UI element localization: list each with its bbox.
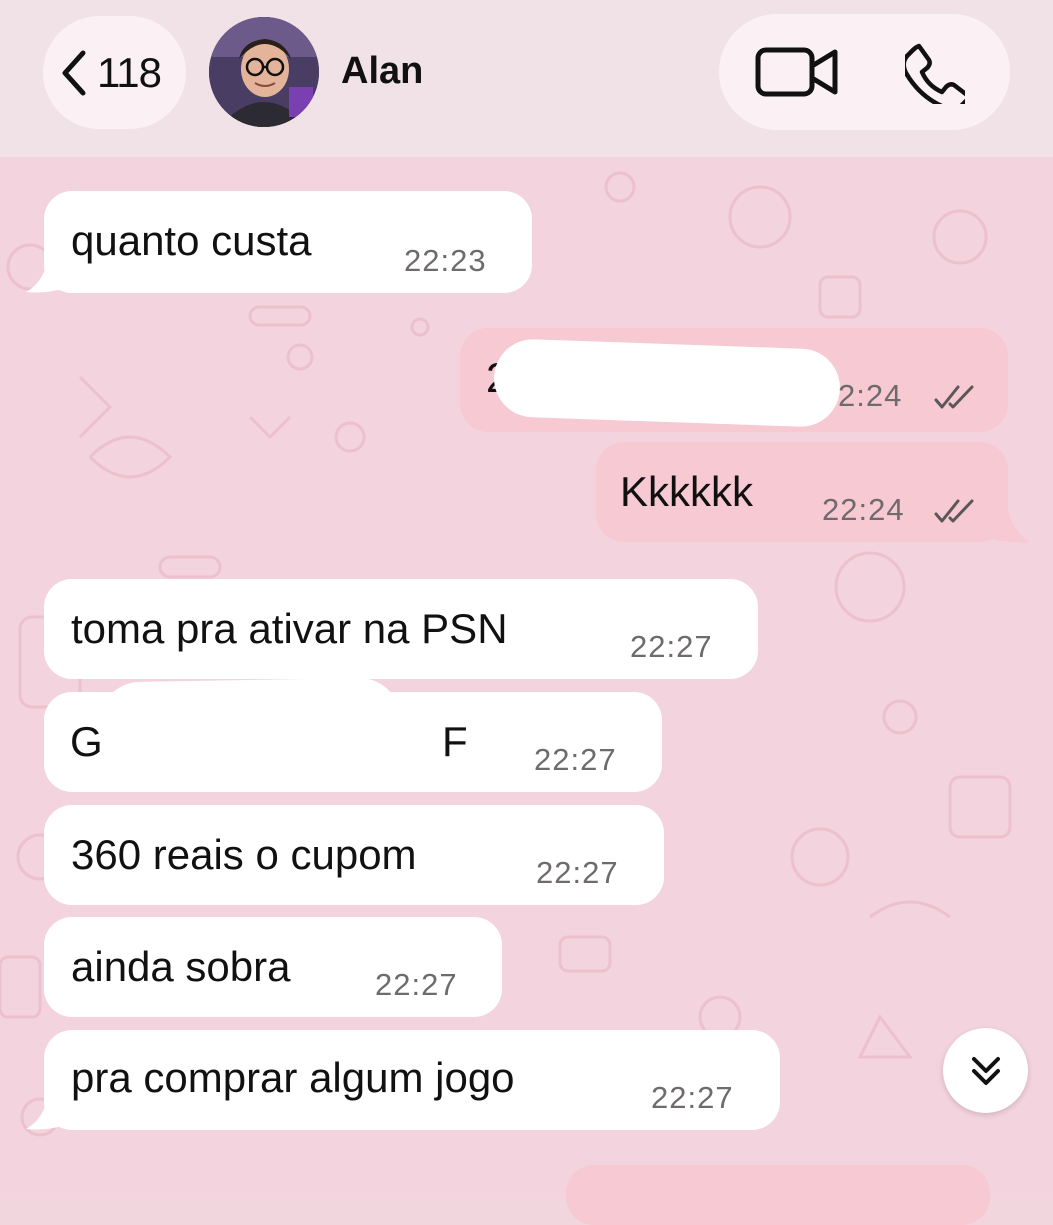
redaction-mark xyxy=(99,677,401,773)
unread-count: 118 xyxy=(97,48,162,96)
message-text: pra comprar algum jogo xyxy=(71,1054,515,1101)
message-text-end: F xyxy=(442,718,468,765)
chevron-left-icon xyxy=(62,50,86,95)
call-actions xyxy=(719,14,1010,130)
back-button[interactable]: 118 xyxy=(43,16,186,129)
message-time: 2:24 xyxy=(838,378,903,413)
message-bubble[interactable]: toma pra ativar na PSN 22:27 xyxy=(44,579,758,679)
message-time: 22:24 xyxy=(822,492,905,527)
message-bubble[interactable]: ainda sobra 22:27 xyxy=(44,917,502,1017)
double-chevron-down-icon xyxy=(971,1056,1000,1085)
video-camera-icon[interactable] xyxy=(755,44,839,100)
contact-name[interactable]: Alan xyxy=(341,50,423,93)
avatar-photo xyxy=(209,17,319,127)
contact-avatar[interactable] xyxy=(209,17,319,127)
message-time: 22:27 xyxy=(536,855,619,890)
message-text: Kkkkkk xyxy=(620,468,754,515)
bubble-tail xyxy=(990,508,1030,543)
message-text: 360 reais o cupom xyxy=(71,831,417,878)
double-check-icon xyxy=(934,385,974,409)
message-text: G xyxy=(70,718,103,765)
message-time: 22:27 xyxy=(651,1080,734,1115)
message-bubble[interactable]: pra comprar algum jogo 22:27 xyxy=(44,1030,780,1130)
message-bubble[interactable]: 360 reais o cupom 22:27 xyxy=(44,805,664,905)
message-bubble[interactable]: Kkkkkk 22:24 xyxy=(596,442,1008,542)
message-bubble-partial[interactable] xyxy=(566,1165,990,1225)
redaction-mark xyxy=(492,337,842,429)
message-text: ainda sobra xyxy=(71,943,291,990)
phone-icon[interactable] xyxy=(905,42,965,104)
chat-header: 118 Alan xyxy=(0,0,1053,157)
message-text: quanto custa xyxy=(71,217,312,264)
double-check-icon xyxy=(934,499,974,523)
message-time: 22:27 xyxy=(534,742,617,777)
message-text: toma pra ativar na PSN xyxy=(71,605,508,652)
scroll-to-bottom-button[interactable] xyxy=(943,1028,1028,1113)
message-bubble[interactable]: quanto custa 22:23 xyxy=(44,191,532,293)
message-bubble[interactable]: 2 2:24 xyxy=(460,328,1008,432)
message-time: 22:23 xyxy=(404,243,487,278)
message-time: 22:27 xyxy=(630,629,713,664)
message-time: 22:27 xyxy=(375,967,458,1002)
